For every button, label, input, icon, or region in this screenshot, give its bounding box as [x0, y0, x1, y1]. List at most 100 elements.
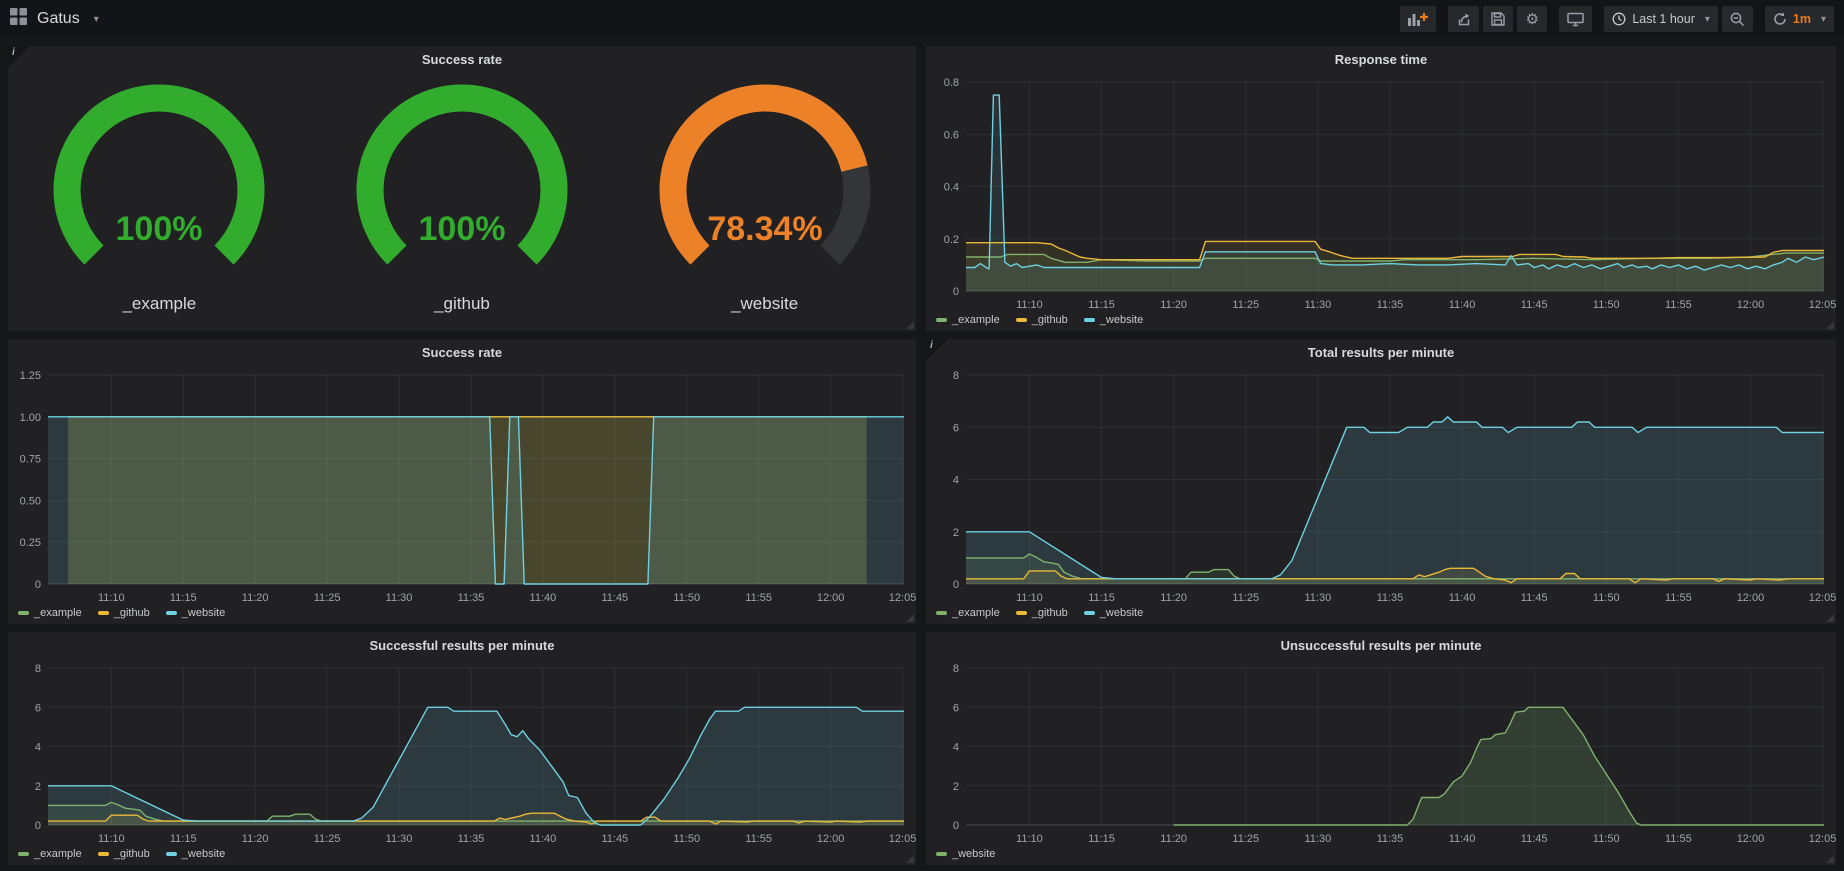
svg-text:11:10: 11:10 — [1016, 833, 1043, 845]
legend-label: _github — [114, 607, 150, 619]
panel-resize-handle[interactable] — [1826, 855, 1834, 863]
svg-text:11:20: 11:20 — [242, 833, 269, 845]
panel-resize-handle[interactable] — [906, 614, 914, 622]
gauge-label: _example — [122, 294, 196, 314]
svg-text:11:20: 11:20 — [1160, 592, 1187, 604]
legend-label: _website — [1100, 314, 1143, 326]
gauge-label: _github — [434, 294, 490, 314]
time-range-button[interactable]: Last 1 hour ▾ — [1604, 6, 1718, 32]
svg-text:11:45: 11:45 — [601, 833, 628, 845]
panel-resize-handle[interactable] — [1826, 614, 1834, 622]
legend-item-_github[interactable]: _github — [98, 607, 150, 619]
refresh-interval-label: 1m — [1793, 12, 1811, 26]
svg-text:11:20: 11:20 — [1160, 833, 1187, 845]
chart-legend: _website — [936, 848, 995, 860]
svg-text:11:30: 11:30 — [1304, 833, 1331, 845]
legend-item-_github[interactable]: _github — [98, 848, 150, 860]
panel-success-rate-gauges: i Success rate 100%_example100%_github78… — [8, 46, 916, 331]
gauge-_example: 100%_example — [14, 80, 304, 314]
successful-results-chart[interactable]: 0246811:1011:1511:2011:2511:3011:3511:40… — [8, 660, 916, 865]
svg-text:11:25: 11:25 — [314, 833, 341, 845]
chart-legend: _example _github _website — [18, 848, 225, 860]
svg-text:0.2: 0.2 — [944, 234, 959, 246]
svg-text:12:05: 12:05 — [889, 592, 916, 604]
panel-title[interactable]: Successful results per minute — [8, 638, 916, 653]
dashboard-grid-icon[interactable] — [10, 8, 27, 30]
panel-title[interactable]: Unsuccessful results per minute — [926, 638, 1836, 653]
svg-text:0.50: 0.50 — [20, 495, 41, 507]
svg-text:12:00: 12:00 — [817, 833, 845, 845]
panel-resize-handle[interactable] — [1826, 321, 1834, 329]
svg-text:2: 2 — [953, 781, 959, 793]
svg-text:11:40: 11:40 — [1449, 833, 1476, 845]
svg-text:12:05: 12:05 — [1809, 833, 1836, 845]
svg-text:11:40: 11:40 — [1449, 299, 1476, 311]
legend-swatch — [166, 611, 177, 615]
legend-item-_example[interactable]: _example — [936, 314, 1000, 326]
panel-title[interactable]: Total results per minute — [926, 345, 1836, 360]
save-icon — [1491, 12, 1505, 26]
svg-text:11:15: 11:15 — [1088, 299, 1115, 311]
legend-label: _example — [34, 607, 82, 619]
time-range-caret-icon: ▾ — [1705, 14, 1710, 25]
legend-item-_website[interactable]: _website — [1084, 607, 1143, 619]
response-time-chart[interactable]: 00.20.40.60.811:1011:1511:2011:2511:3011… — [926, 74, 1836, 331]
panel-resize-handle[interactable] — [906, 321, 914, 329]
svg-text:11:35: 11:35 — [458, 592, 485, 604]
svg-text:11:10: 11:10 — [1016, 592, 1043, 604]
svg-text:11:40: 11:40 — [530, 833, 557, 845]
legend-item-_website[interactable]: _website — [1084, 314, 1143, 326]
svg-text:0.8: 0.8 — [944, 77, 959, 89]
panel-resize-handle[interactable] — [906, 855, 914, 863]
success-rate-chart[interactable]: 00.250.500.751.001.2511:1011:1511:2011:2… — [8, 367, 916, 624]
dashboard-caret-icon[interactable]: ▾ — [94, 14, 99, 25]
panel-title[interactable]: Success rate — [8, 345, 916, 360]
legend-item-_github[interactable]: _github — [1016, 314, 1068, 326]
total-results-chart[interactable]: 0246811:1011:1511:2011:2511:3011:3511:40… — [926, 367, 1836, 624]
panel-title[interactable]: Response time — [926, 52, 1836, 67]
svg-text:6: 6 — [953, 422, 959, 434]
legend-item-_example[interactable]: _example — [936, 607, 1000, 619]
legend-item-_website[interactable]: _website — [936, 848, 995, 860]
svg-text:11:35: 11:35 — [1377, 592, 1404, 604]
svg-text:8: 8 — [35, 663, 41, 675]
svg-text:4: 4 — [953, 475, 959, 487]
legend-item-_example[interactable]: _example — [18, 848, 82, 860]
svg-text:1.00: 1.00 — [20, 412, 41, 424]
legend-item-_website[interactable]: _website — [166, 848, 225, 860]
panel-title[interactable]: Success rate — [8, 52, 916, 67]
zoom-out-button[interactable] — [1722, 6, 1753, 32]
svg-text:0.75: 0.75 — [20, 454, 41, 466]
gear-icon: ⚙ — [1526, 12, 1539, 27]
legend-label: _website — [182, 607, 225, 619]
legend-swatch — [936, 611, 947, 615]
svg-text:11:50: 11:50 — [673, 833, 700, 845]
svg-text:12:05: 12:05 — [1809, 299, 1836, 311]
svg-text:11:30: 11:30 — [386, 833, 413, 845]
cycle-view-button[interactable] — [1559, 6, 1592, 32]
unsuccessful-results-chart[interactable]: 0246811:1011:1511:2011:2511:3011:3511:40… — [926, 660, 1836, 865]
legend-item-_github[interactable]: _github — [1016, 607, 1068, 619]
legend-label: _website — [952, 848, 995, 860]
add-panel-button[interactable] — [1400, 6, 1436, 32]
legend-swatch — [18, 852, 29, 856]
save-button[interactable] — [1483, 6, 1513, 32]
svg-text:11:35: 11:35 — [458, 833, 485, 845]
legend-label: _example — [952, 607, 1000, 619]
svg-text:4: 4 — [35, 742, 41, 754]
settings-button[interactable]: ⚙ — [1517, 6, 1547, 32]
dashboard-title[interactable]: Gatus — [37, 10, 80, 28]
share-button[interactable] — [1448, 6, 1479, 32]
svg-text:100%: 100% — [419, 210, 506, 248]
svg-text:0: 0 — [35, 820, 41, 832]
svg-text:11:55: 11:55 — [745, 833, 772, 845]
legend-item-_website[interactable]: _website — [166, 607, 225, 619]
svg-text:11:50: 11:50 — [1593, 592, 1620, 604]
svg-text:11:45: 11:45 — [1521, 833, 1548, 845]
svg-text:11:20: 11:20 — [242, 592, 269, 604]
svg-text:11:55: 11:55 — [745, 592, 772, 604]
share-icon — [1456, 12, 1471, 27]
legend-item-_example[interactable]: _example — [18, 607, 82, 619]
refresh-button[interactable]: 1m ▾ — [1765, 6, 1834, 32]
panel-success-rate-timeseries: Success rate 00.250.500.751.001.2511:101… — [8, 339, 916, 624]
